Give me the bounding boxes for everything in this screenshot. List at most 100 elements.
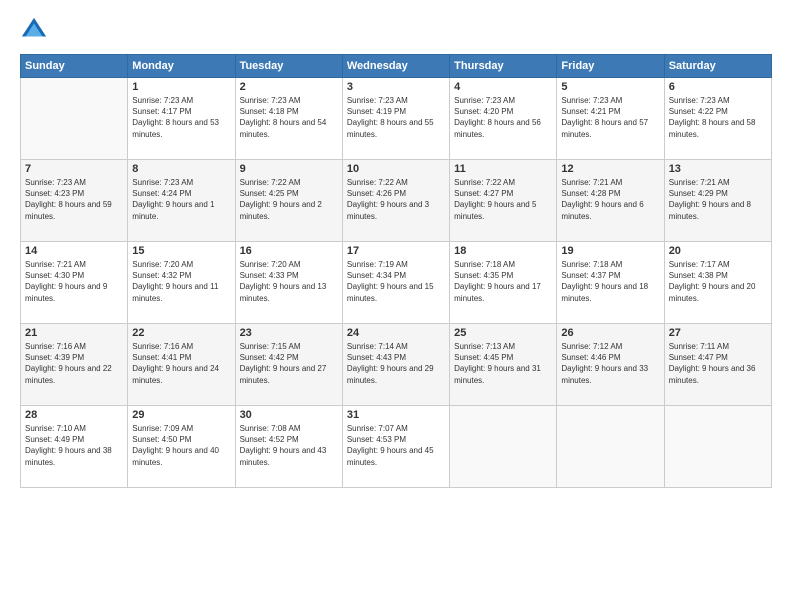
day-info: Sunrise: 7:23 AMSunset: 4:23 PMDaylight:… xyxy=(25,177,123,222)
day-number: 22 xyxy=(132,327,230,339)
day-cell: 2 Sunrise: 7:23 AMSunset: 4:18 PMDaylight… xyxy=(235,78,342,160)
day-info: Sunrise: 7:19 AMSunset: 4:34 PMDaylight:… xyxy=(347,259,445,304)
header-saturday: Saturday xyxy=(664,55,771,78)
day-cell: 25 Sunrise: 7:13 AMSunset: 4:45 PMDayligh… xyxy=(450,324,557,406)
day-cell: 11 Sunrise: 7:22 AMSunset: 4:27 PMDayligh… xyxy=(450,160,557,242)
day-info: Sunrise: 7:16 AMSunset: 4:39 PMDaylight:… xyxy=(25,341,123,386)
day-number: 8 xyxy=(132,163,230,175)
day-cell: 1Sunrise: 7:23 AMSunset: 4:17 PMDaylight… xyxy=(128,78,235,160)
day-number: 31 xyxy=(347,409,445,421)
header xyxy=(20,16,772,44)
day-info: Sunrise: 7:16 AMSunset: 4:41 PMDaylight:… xyxy=(132,341,230,386)
page: SundayMondayTuesdayWednesdayThursdayFrid… xyxy=(0,0,792,612)
day-info: Sunrise: 7:21 AMSunset: 4:29 PMDaylight:… xyxy=(669,177,767,222)
day-info: Sunrise: 7:11 AMSunset: 4:47 PMDaylight:… xyxy=(669,341,767,386)
week-row-0: 1Sunrise: 7:23 AMSunset: 4:17 PMDaylight… xyxy=(21,78,772,160)
day-info: Sunrise: 7:15 AMSunset: 4:42 PMDaylight:… xyxy=(240,341,338,386)
day-info: Sunrise: 7:23 AMSunset: 4:20 PMDaylight:… xyxy=(454,95,552,140)
day-number: 4 xyxy=(454,81,552,93)
day-info: Sunrise: 7:21 AMSunset: 4:30 PMDaylight:… xyxy=(25,259,123,304)
day-cell: 30 Sunrise: 7:08 AMSunset: 4:52 PMDayligh… xyxy=(235,406,342,488)
day-number: 30 xyxy=(240,409,338,421)
day-cell: 10 Sunrise: 7:22 AMSunset: 4:26 PMDayligh… xyxy=(342,160,449,242)
header-thursday: Thursday xyxy=(450,55,557,78)
day-info: Sunrise: 7:08 AMSunset: 4:52 PMDaylight:… xyxy=(240,423,338,468)
day-info: Sunrise: 7:20 AMSunset: 4:33 PMDaylight:… xyxy=(240,259,338,304)
day-cell: 9 Sunrise: 7:22 AMSunset: 4:25 PMDaylight… xyxy=(235,160,342,242)
day-cell: 14 Sunrise: 7:21 AMSunset: 4:30 PMDayligh… xyxy=(21,242,128,324)
logo-icon xyxy=(20,16,48,44)
day-info: Sunrise: 7:23 AMSunset: 4:17 PMDaylight:… xyxy=(132,95,230,140)
day-cell: 29 Sunrise: 7:09 AMSunset: 4:50 PMDayligh… xyxy=(128,406,235,488)
day-cell: 8 Sunrise: 7:23 AMSunset: 4:24 PMDaylight… xyxy=(128,160,235,242)
day-number: 15 xyxy=(132,245,230,257)
day-info: Sunrise: 7:23 AMSunset: 4:24 PMDaylight:… xyxy=(132,177,230,222)
header-monday: Monday xyxy=(128,55,235,78)
day-cell xyxy=(21,78,128,160)
day-number: 25 xyxy=(454,327,552,339)
day-info: Sunrise: 7:10 AMSunset: 4:49 PMDaylight:… xyxy=(25,423,123,468)
day-info: Sunrise: 7:20 AMSunset: 4:32 PMDaylight:… xyxy=(132,259,230,304)
day-number: 2 xyxy=(240,81,338,93)
day-info: Sunrise: 7:09 AMSunset: 4:50 PMDaylight:… xyxy=(132,423,230,468)
day-cell: 3 Sunrise: 7:23 AMSunset: 4:19 PMDaylight… xyxy=(342,78,449,160)
week-row-1: 7Sunrise: 7:23 AMSunset: 4:23 PMDaylight… xyxy=(21,160,772,242)
day-cell: 27 Sunrise: 7:11 AMSunset: 4:47 PMDayligh… xyxy=(664,324,771,406)
day-cell: 26Sunrise: 7:12 AMSunset: 4:46 PMDayligh… xyxy=(557,324,664,406)
day-number: 23 xyxy=(240,327,338,339)
day-info: Sunrise: 7:23 AMSunset: 4:18 PMDaylight:… xyxy=(240,95,338,140)
day-info: Sunrise: 7:23 AMSunset: 4:19 PMDaylight:… xyxy=(347,95,445,140)
day-cell: 21Sunrise: 7:16 AMSunset: 4:39 PMDayligh… xyxy=(21,324,128,406)
day-cell: 28Sunrise: 7:10 AMSunset: 4:49 PMDayligh… xyxy=(21,406,128,488)
day-number: 14 xyxy=(25,245,123,257)
day-number: 12 xyxy=(561,163,659,175)
day-info: Sunrise: 7:23 AMSunset: 4:21 PMDaylight:… xyxy=(561,95,659,140)
day-number: 6 xyxy=(669,81,767,93)
day-cell: 4 Sunrise: 7:23 AMSunset: 4:20 PMDaylight… xyxy=(450,78,557,160)
day-info: Sunrise: 7:14 AMSunset: 4:43 PMDaylight:… xyxy=(347,341,445,386)
day-number: 17 xyxy=(347,245,445,257)
header-sunday: Sunday xyxy=(21,55,128,78)
day-info: Sunrise: 7:22 AMSunset: 4:27 PMDaylight:… xyxy=(454,177,552,222)
day-number: 24 xyxy=(347,327,445,339)
day-number: 5 xyxy=(561,81,659,93)
day-info: Sunrise: 7:12 AMSunset: 4:46 PMDaylight:… xyxy=(561,341,659,386)
day-number: 10 xyxy=(347,163,445,175)
day-info: Sunrise: 7:07 AMSunset: 4:53 PMDaylight:… xyxy=(347,423,445,468)
day-info: Sunrise: 7:18 AMSunset: 4:37 PMDaylight:… xyxy=(561,259,659,304)
day-cell: 24 Sunrise: 7:14 AMSunset: 4:43 PMDayligh… xyxy=(342,324,449,406)
day-number: 3 xyxy=(347,81,445,93)
header-tuesday: Tuesday xyxy=(235,55,342,78)
day-info: Sunrise: 7:17 AMSunset: 4:38 PMDaylight:… xyxy=(669,259,767,304)
week-row-4: 28Sunrise: 7:10 AMSunset: 4:49 PMDayligh… xyxy=(21,406,772,488)
day-info: Sunrise: 7:23 AMSunset: 4:22 PMDaylight:… xyxy=(669,95,767,140)
week-row-2: 14 Sunrise: 7:21 AMSunset: 4:30 PMDayligh… xyxy=(21,242,772,324)
day-cell: 16 Sunrise: 7:20 AMSunset: 4:33 PMDayligh… xyxy=(235,242,342,324)
week-row-3: 21Sunrise: 7:16 AMSunset: 4:39 PMDayligh… xyxy=(21,324,772,406)
day-number: 20 xyxy=(669,245,767,257)
day-cell xyxy=(664,406,771,488)
day-info: Sunrise: 7:18 AMSunset: 4:35 PMDaylight:… xyxy=(454,259,552,304)
day-cell: 5 Sunrise: 7:23 AMSunset: 4:21 PMDaylight… xyxy=(557,78,664,160)
day-cell: 15 Sunrise: 7:20 AMSunset: 4:32 PMDayligh… xyxy=(128,242,235,324)
day-cell: 20 Sunrise: 7:17 AMSunset: 4:38 PMDayligh… xyxy=(664,242,771,324)
day-cell: 19Sunrise: 7:18 AMSunset: 4:37 PMDayligh… xyxy=(557,242,664,324)
day-number: 11 xyxy=(454,163,552,175)
day-cell xyxy=(450,406,557,488)
day-cell: 18 Sunrise: 7:18 AMSunset: 4:35 PMDayligh… xyxy=(450,242,557,324)
day-cell: 31 Sunrise: 7:07 AMSunset: 4:53 PMDayligh… xyxy=(342,406,449,488)
day-info: Sunrise: 7:22 AMSunset: 4:25 PMDaylight:… xyxy=(240,177,338,222)
header-wednesday: Wednesday xyxy=(342,55,449,78)
day-number: 29 xyxy=(132,409,230,421)
day-number: 16 xyxy=(240,245,338,257)
day-cell: 13Sunrise: 7:21 AMSunset: 4:29 PMDayligh… xyxy=(664,160,771,242)
day-number: 9 xyxy=(240,163,338,175)
day-cell: 23 Sunrise: 7:15 AMSunset: 4:42 PMDayligh… xyxy=(235,324,342,406)
day-cell: 22 Sunrise: 7:16 AMSunset: 4:41 PMDayligh… xyxy=(128,324,235,406)
day-cell: 12Sunrise: 7:21 AMSunset: 4:28 PMDayligh… xyxy=(557,160,664,242)
day-number: 27 xyxy=(669,327,767,339)
day-info: Sunrise: 7:13 AMSunset: 4:45 PMDaylight:… xyxy=(454,341,552,386)
day-number: 18 xyxy=(454,245,552,257)
day-cell: 7Sunrise: 7:23 AMSunset: 4:23 PMDaylight… xyxy=(21,160,128,242)
day-info: Sunrise: 7:22 AMSunset: 4:26 PMDaylight:… xyxy=(347,177,445,222)
